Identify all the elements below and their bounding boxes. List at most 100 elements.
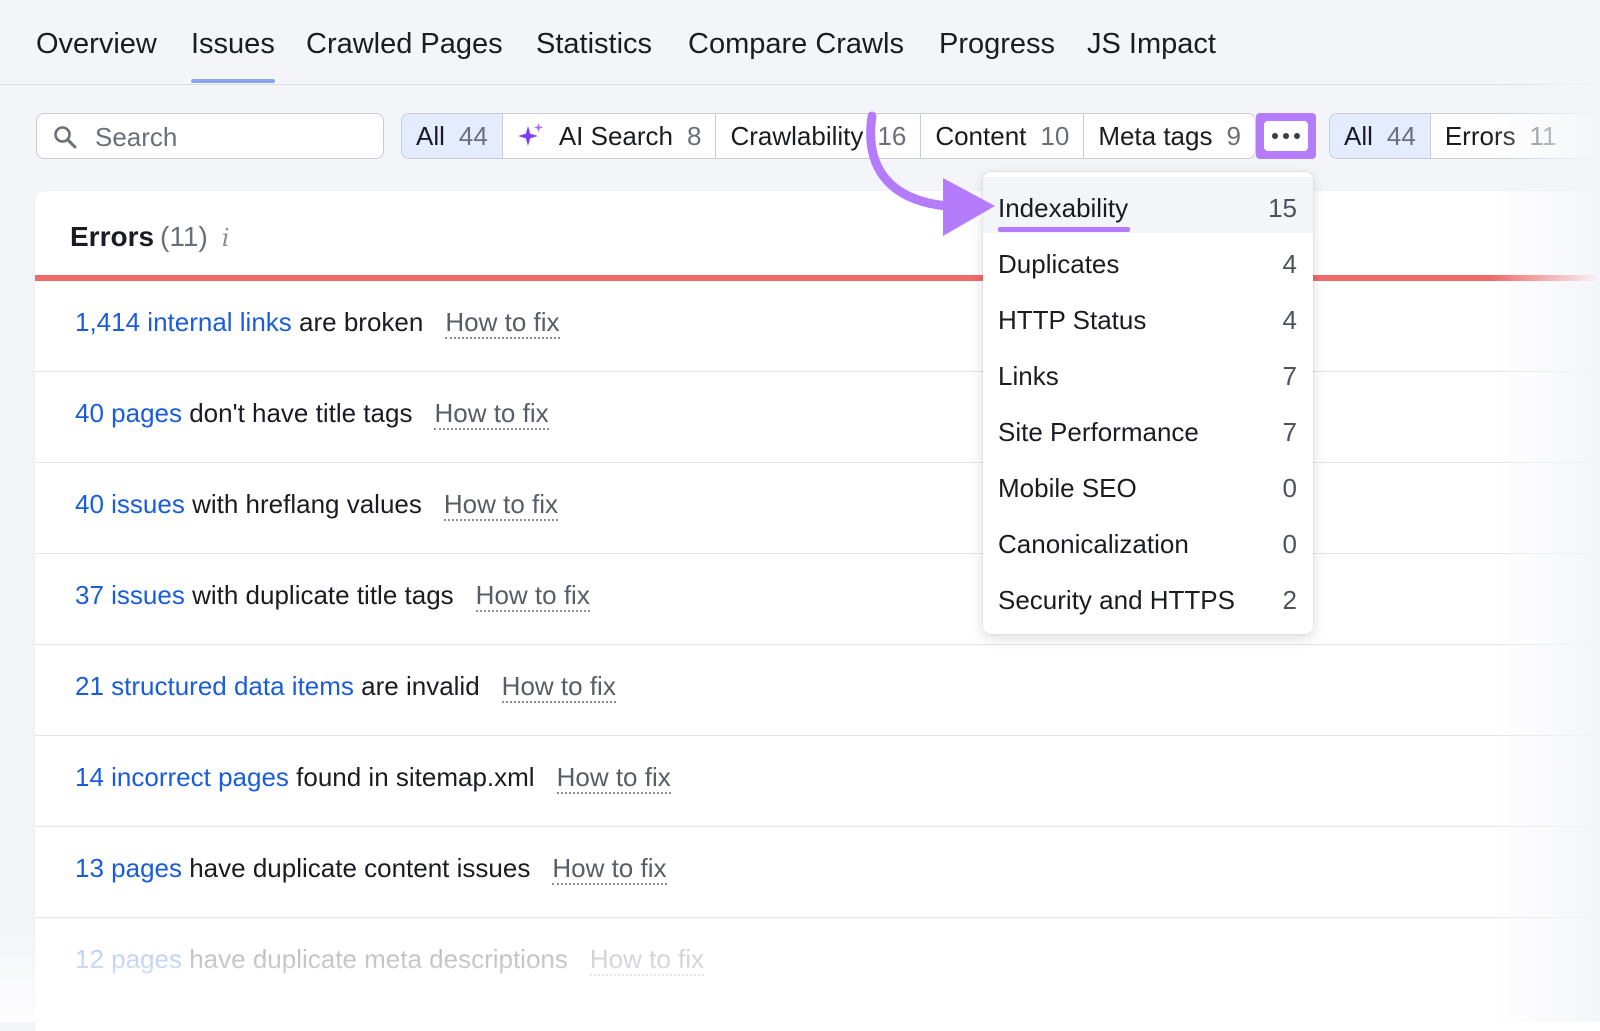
- search-icon: [53, 125, 77, 154]
- issue-link[interactable]: 14 incorrect pages: [75, 762, 289, 792]
- issue-row: 14 incorrect pages found in sitemap.xml H…: [35, 736, 1600, 827]
- issue-row: 21 structured data items are invalid How …: [35, 645, 1600, 736]
- filter-label: Errors: [1444, 120, 1516, 151]
- issue-text: are invalid: [361, 671, 480, 701]
- severity-errors[interactable]: Errors 11: [1431, 114, 1571, 158]
- dropdown-item-label: HTTP Status: [998, 305, 1147, 335]
- issue-row: 1,414 internal links are broken How to fi…: [35, 281, 1600, 372]
- dropdown-item-label: Canonicalization: [998, 529, 1189, 559]
- dropdown-item-label: Mobile SEO: [998, 473, 1137, 503]
- tab-js-impact[interactable]: JS Impact: [1087, 28, 1216, 61]
- dropdown-item-count: 7: [1282, 417, 1297, 447]
- filter-count: 44: [458, 120, 488, 151]
- dropdown-item-label: Links: [998, 361, 1059, 391]
- errors-card: Errors (11) i 1,414 internal links are bro…: [35, 191, 1600, 1031]
- how-to-fix-link[interactable]: How to fix: [501, 671, 616, 703]
- category-filter: All 44 AI Search 8 Crawlability 16 Conte…: [401, 113, 1256, 159]
- issue-link[interactable]: 40 pages: [75, 398, 182, 428]
- how-to-fix-link[interactable]: How to fix: [445, 307, 560, 339]
- dropdown-item-links[interactable]: Links 7: [983, 345, 1313, 401]
- filter-ai-search[interactable]: AI Search 8: [503, 114, 717, 158]
- search-box[interactable]: [36, 113, 384, 159]
- issue-link[interactable]: 40 issues: [75, 489, 185, 519]
- dropdown-item-count: 2: [1282, 585, 1297, 615]
- issue-row: 13 pages have duplicate content issues Ho…: [35, 827, 1600, 918]
- tab-statistics[interactable]: Statistics: [536, 28, 652, 61]
- issue-row: 12 pages have duplicate meta description…: [35, 918, 1600, 1009]
- filter-label: All: [416, 120, 445, 151]
- issue-link[interactable]: 12 pages: [75, 944, 182, 974]
- dropdown-item-count: 4: [1282, 305, 1297, 335]
- filter-content[interactable]: Content 10: [921, 114, 1085, 158]
- how-to-fix-link[interactable]: How to fix: [475, 580, 590, 612]
- filter-count: 9: [1226, 120, 1241, 151]
- filter-count: 10: [1040, 120, 1070, 151]
- dropdown-item-indexability[interactable]: Indexability 15: [983, 177, 1313, 233]
- issue-link[interactable]: 21 structured data items: [75, 671, 354, 701]
- issue-text: found in sitemap.xml: [296, 762, 535, 792]
- issue-text: are broken: [299, 307, 424, 337]
- search-input[interactable]: [93, 120, 377, 154]
- issue-link[interactable]: 13 pages: [75, 853, 182, 883]
- dropdown-item-count: 0: [1282, 529, 1297, 559]
- how-to-fix-link[interactable]: How to fix: [556, 762, 671, 794]
- filter-count: 16: [877, 120, 907, 151]
- filter-crawlability[interactable]: Crawlability 16: [716, 114, 922, 158]
- dropdown-item-security-https[interactable]: Security and HTTPS 2: [983, 569, 1313, 625]
- tab-overview[interactable]: Overview: [36, 28, 157, 61]
- dropdown-item-count: 4: [1282, 249, 1297, 279]
- dropdown-item-label: Site Performance: [998, 417, 1199, 447]
- filter-label: AI Search: [558, 120, 673, 151]
- dropdown-item-count: 7: [1282, 361, 1297, 391]
- how-to-fix-link[interactable]: How to fix: [589, 944, 705, 976]
- filter-count: 8: [687, 120, 702, 151]
- tab-issues[interactable]: Issues: [191, 28, 275, 83]
- dropdown-item-site-performance[interactable]: Site Performance 7: [983, 401, 1313, 457]
- filter-count: 11: [1529, 120, 1557, 151]
- top-navigation: Overview Issues Crawled Pages Statistics…: [0, 0, 1600, 85]
- dropdown-item-mobile-seo[interactable]: Mobile SEO 0: [983, 457, 1313, 513]
- filter-all[interactable]: All 44: [402, 114, 503, 158]
- issue-link[interactable]: 1,414 internal links: [75, 307, 292, 337]
- issue-row: 40 issues with hreflang values How to fix: [35, 463, 1600, 554]
- severity-filter: All 44 Errors 11: [1329, 113, 1600, 159]
- issue-text: don't have title tags: [189, 398, 413, 428]
- how-to-fix-link[interactable]: How to fix: [443, 489, 559, 521]
- how-to-fix-link[interactable]: How to fix: [434, 398, 549, 430]
- tab-compare-crawls[interactable]: Compare Crawls: [688, 28, 904, 61]
- issue-text: have duplicate content issues: [189, 853, 531, 883]
- filter-count: 44: [1386, 120, 1416, 151]
- dropdown-item-label: Indexability: [998, 193, 1129, 223]
- issue-row: 40 pages don't have title tags How to fix: [35, 372, 1600, 463]
- highlight-underline: [998, 227, 1130, 232]
- tab-progress[interactable]: Progress: [939, 28, 1055, 61]
- how-to-fix-link[interactable]: How to fix: [552, 853, 667, 885]
- tab-crawled-pages[interactable]: Crawled Pages: [306, 28, 503, 61]
- category-dropdown: Indexability 15 Duplicates 4 HTTP Status…: [983, 172, 1313, 634]
- more-dots-icon: [1264, 121, 1308, 151]
- dropdown-item-count: 15: [1268, 193, 1297, 223]
- issue-text: with duplicate title tags: [192, 580, 454, 610]
- dropdown-item-canonicalization[interactable]: Canonicalization 0: [983, 513, 1313, 569]
- sparkle-icon: [517, 122, 545, 150]
- dropdown-item-count: 0: [1282, 473, 1297, 503]
- dropdown-item-label: Duplicates: [998, 249, 1120, 279]
- more-categories-button[interactable]: [1256, 113, 1316, 159]
- info-icon[interactable]: i: [222, 224, 230, 252]
- issue-text: with hreflang values: [192, 489, 422, 519]
- dropdown-item-http-status[interactable]: HTTP Status 4: [983, 289, 1313, 345]
- filter-meta-tags[interactable]: Meta tags 9: [1084, 114, 1255, 158]
- issue-text: have duplicate meta descriptions: [189, 944, 568, 974]
- dropdown-item-duplicates[interactable]: Duplicates 4: [983, 233, 1313, 289]
- dropdown-item-label: Security and HTTPS: [998, 585, 1235, 615]
- errors-heading: Errors (11) i: [70, 221, 229, 253]
- filter-label: Crawlability: [730, 120, 864, 151]
- filter-label: Meta tags: [1098, 120, 1213, 151]
- filter-label: All: [1344, 120, 1373, 151]
- issue-link[interactable]: 37 issues: [75, 580, 185, 610]
- filter-label: Content: [935, 120, 1027, 151]
- severity-all[interactable]: All 44: [1330, 114, 1431, 158]
- issue-row: 37 issues with duplicate title tags How t…: [35, 554, 1600, 645]
- errors-title: Errors: [70, 221, 155, 252]
- errors-count: (11): [160, 221, 208, 252]
